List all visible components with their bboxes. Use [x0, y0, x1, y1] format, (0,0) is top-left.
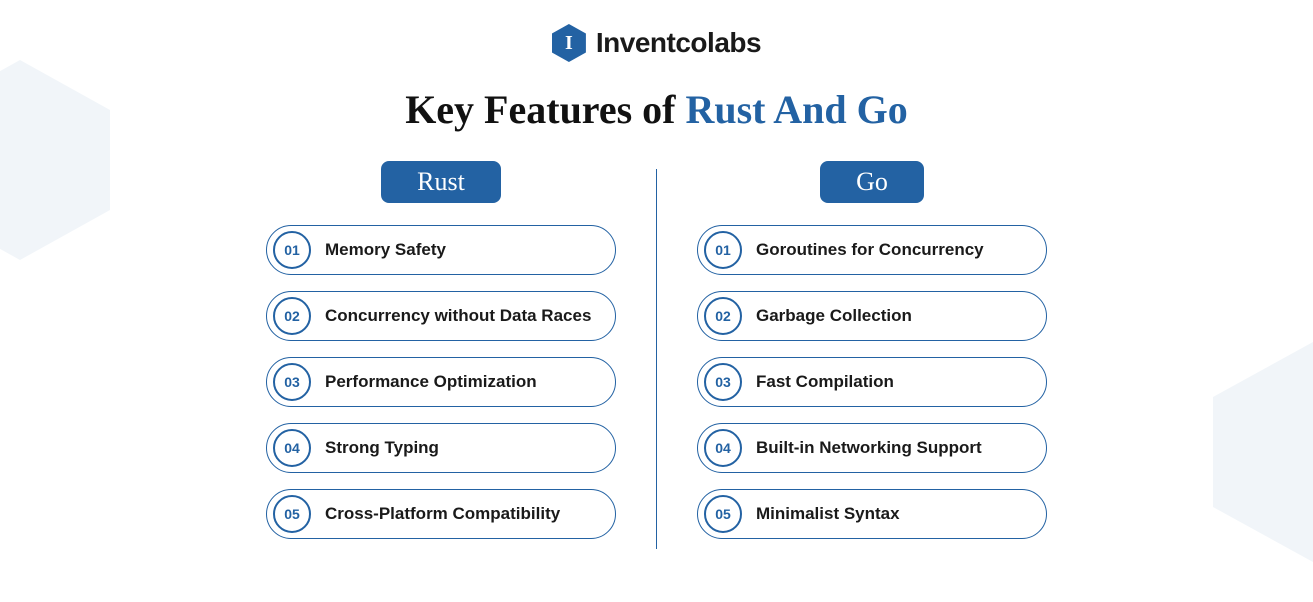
- feature-number: 05: [704, 495, 742, 533]
- feature-text: Minimalist Syntax: [756, 504, 900, 524]
- logo-letter: I: [565, 32, 573, 55]
- feature-item: 03 Performance Optimization: [266, 357, 616, 407]
- column-go: Go 01 Goroutines for Concurrency 02 Garb…: [657, 161, 1087, 549]
- feature-number: 03: [273, 363, 311, 401]
- feature-item: 05 Cross-Platform Compatibility: [266, 489, 616, 539]
- feature-number: 01: [704, 231, 742, 269]
- logo-hexagon-icon: I: [552, 24, 586, 62]
- feature-number: 01: [273, 231, 311, 269]
- column-rust: Rust 01 Memory Safety 02 Concurrency wit…: [226, 161, 656, 549]
- feature-item: 05 Minimalist Syntax: [697, 489, 1047, 539]
- feature-number: 04: [704, 429, 742, 467]
- columns-container: Rust 01 Memory Safety 02 Concurrency wit…: [0, 161, 1313, 549]
- feature-text: Concurrency without Data Races: [325, 306, 591, 326]
- column-header-rust: Rust: [381, 161, 501, 203]
- column-header-go: Go: [820, 161, 924, 203]
- title-accent: Rust And Go: [685, 87, 907, 132]
- feature-number: 02: [273, 297, 311, 335]
- feature-item: 01 Memory Safety: [266, 225, 616, 275]
- feature-list-rust: 01 Memory Safety 02 Concurrency without …: [266, 225, 616, 539]
- page-title: Key Features of Rust And Go: [0, 86, 1313, 133]
- feature-item: 04 Strong Typing: [266, 423, 616, 473]
- feature-number: 05: [273, 495, 311, 533]
- feature-text: Cross-Platform Compatibility: [325, 504, 560, 524]
- brand-logo: I Inventcolabs: [0, 24, 1313, 62]
- feature-number: 02: [704, 297, 742, 335]
- feature-item: 01 Goroutines for Concurrency: [697, 225, 1047, 275]
- feature-text: Fast Compilation: [756, 372, 894, 392]
- feature-item: 04 Built-in Networking Support: [697, 423, 1047, 473]
- feature-text: Memory Safety: [325, 240, 446, 260]
- title-prefix: Key Features of: [405, 87, 685, 132]
- feature-item: 02 Concurrency without Data Races: [266, 291, 616, 341]
- feature-text: Built-in Networking Support: [756, 438, 982, 458]
- feature-number: 04: [273, 429, 311, 467]
- feature-item: 02 Garbage Collection: [697, 291, 1047, 341]
- feature-item: 03 Fast Compilation: [697, 357, 1047, 407]
- feature-text: Strong Typing: [325, 438, 439, 458]
- feature-text: Performance Optimization: [325, 372, 537, 392]
- feature-text: Garbage Collection: [756, 306, 912, 326]
- feature-list-go: 01 Goroutines for Concurrency 02 Garbage…: [697, 225, 1047, 539]
- logo-text: Inventcolabs: [596, 27, 761, 59]
- feature-text: Goroutines for Concurrency: [756, 240, 984, 260]
- feature-number: 03: [704, 363, 742, 401]
